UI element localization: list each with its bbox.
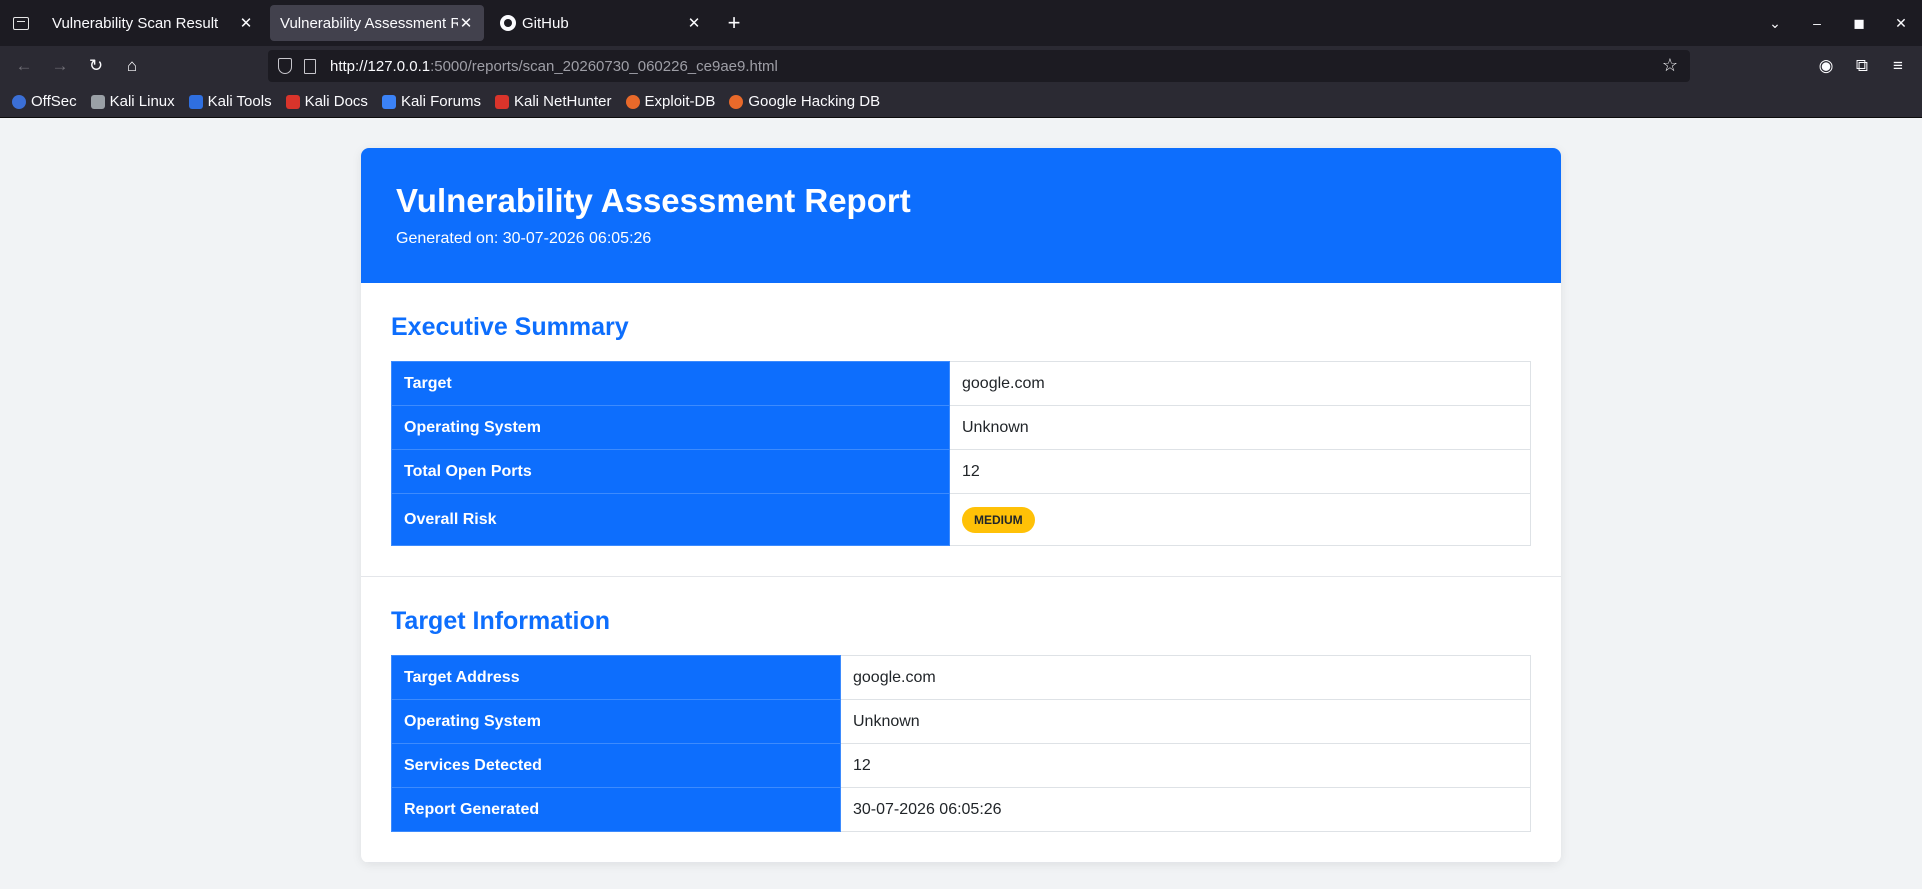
maximize-button[interactable]: ◼ <box>1838 15 1880 32</box>
row-label: Total Open Ports <box>391 449 950 494</box>
table-row: Operating System Unknown <box>391 405 1531 450</box>
home-button[interactable]: ⌂ <box>114 50 150 82</box>
table-row: Target Address google.com <box>391 655 1531 700</box>
kali-docs-icon <box>285 94 300 109</box>
bookmark-kali-nethunter[interactable]: Kali NetHunter <box>494 93 612 110</box>
tab-bar: Vulnerability Scan Result ✕ Vulnerabilit… <box>0 0 1922 46</box>
table-row: Target google.com <box>391 361 1531 406</box>
url-path: :5000/reports/scan_20260730_060226_ce9ae… <box>430 57 778 75</box>
nethunter-icon <box>494 94 509 109</box>
bookmark-kali-docs[interactable]: Kali Docs <box>285 93 368 110</box>
menu-icon[interactable]: ≡ <box>1880 56 1916 76</box>
bookmark-label: Exploit-DB <box>644 93 716 110</box>
bookmark-kali-tools[interactable]: Kali Tools <box>188 93 272 110</box>
firefox-view-button[interactable] <box>0 0 42 46</box>
shield-icon[interactable] <box>278 58 292 74</box>
bookmark-label: Kali Forums <box>400 93 481 110</box>
toolbar-right: ◉ ⧉ ≡ <box>1808 46 1916 86</box>
bookmark-google-hacking-db[interactable]: Google Hacking DB <box>729 93 880 110</box>
bookmark-label: Google Hacking DB <box>748 93 881 110</box>
generated-timestamp: Generated on: 30-07-2026 06:05:26 <box>396 230 652 247</box>
row-label: Services Detected <box>391 743 841 788</box>
executive-summary-section: Executive Summary Target google.com Oper… <box>361 283 1561 577</box>
url-text[interactable]: http://127.0.0.1:5000/reports/scan_20260… <box>330 58 778 75</box>
row-value: 30-07-2026 06:05:26 <box>840 787 1531 832</box>
bookmark-kali-linux[interactable]: Kali Linux <box>90 93 175 110</box>
tab-title: Vulnerability Assessment Rep <box>280 14 458 32</box>
bookmark-kali-forums[interactable]: Kali Forums <box>381 93 481 110</box>
risk-badge: MEDIUM <box>962 506 1035 533</box>
close-icon[interactable]: ✕ <box>238 14 254 32</box>
table-row: Total Open Ports 12 <box>391 449 1531 494</box>
row-value: 12 <box>949 449 1531 494</box>
target-information-section: Target Information Target Address google… <box>361 577 1561 863</box>
github-icon <box>500 15 516 31</box>
bookmarks-bar: OffSec Kali Linux Kali Tools Kali Docs K… <box>0 86 1922 118</box>
reload-button[interactable]: ↻ <box>78 50 114 82</box>
tab-title: Vulnerability Scan Result <box>52 14 219 32</box>
close-icon[interactable]: ✕ <box>458 14 474 32</box>
report-container: Vulnerability Assessment Report Generate… <box>361 148 1561 863</box>
bookmark-label: Kali Linux <box>109 93 175 110</box>
row-label: Target <box>391 361 950 406</box>
exploit-db-icon <box>625 94 640 109</box>
page-title: Vulnerability Assessment Report <box>396 182 911 219</box>
tab-vulnerability-assessment-report[interactable]: Vulnerability Assessment Rep ✕ <box>270 5 484 41</box>
page-icon[interactable] <box>304 58 316 74</box>
bookmark-label: Kali Tools <box>207 93 272 110</box>
url-host: http://127.0.0.1 <box>330 57 431 75</box>
bookmark-exploit-db[interactable]: Exploit-DB <box>625 93 716 110</box>
bookmark-label: Kali NetHunter <box>513 93 612 110</box>
tab-vulnerability-scan-result[interactable]: Vulnerability Scan Result ✕ <box>42 5 264 41</box>
tab-title: GitHub <box>522 14 569 32</box>
navigation-bar: ← → ↻ ⌂ http://127.0.0.1:5000/reports/sc… <box>0 46 1922 86</box>
close-window-button[interactable]: ✕ <box>1880 15 1922 32</box>
row-value: google.com <box>949 361 1531 406</box>
table-row: Services Detected 12 <box>391 743 1531 788</box>
new-tab-button[interactable]: + <box>716 5 752 41</box>
minimize-button[interactable]: – <box>1796 15 1838 31</box>
row-value: google.com <box>840 655 1531 700</box>
section-title: Target Information <box>391 607 610 635</box>
window-controls: ⌄ – ◼ ✕ <box>1754 0 1922 46</box>
kali-tools-icon <box>188 94 203 109</box>
row-value: 12 <box>840 743 1531 788</box>
target-information-table: Target Address google.com Operating Syst… <box>391 655 1531 832</box>
address-bar[interactable]: http://127.0.0.1:5000/reports/scan_20260… <box>268 50 1690 82</box>
row-label: Overall Risk <box>391 493 950 546</box>
close-icon[interactable]: ✕ <box>686 14 702 32</box>
bookmark-label: OffSec <box>31 93 77 110</box>
firefox-view-icon <box>13 16 29 30</box>
bookmark-star-icon[interactable]: ☆ <box>1662 55 1678 76</box>
row-value: Unknown <box>840 699 1531 744</box>
row-value: MEDIUM <box>949 493 1531 546</box>
page-viewport[interactable]: Vulnerability Assessment Report Generate… <box>0 118 1922 889</box>
kali-forums-icon <box>381 94 396 109</box>
table-row: Overall Risk MEDIUM <box>391 493 1531 546</box>
row-label: Target Address <box>391 655 841 700</box>
row-label: Operating System <box>391 699 841 744</box>
account-icon[interactable]: ◉ <box>1808 56 1844 76</box>
kali-dragon-icon <box>90 94 105 109</box>
chevron-down-icon[interactable]: ⌄ <box>1754 15 1796 32</box>
offsec-icon <box>12 94 26 109</box>
tab-github[interactable]: GitHub ✕ <box>490 5 712 41</box>
row-label: Operating System <box>391 405 950 450</box>
bookmark-offsec[interactable]: OffSec <box>12 93 77 110</box>
extensions-icon[interactable]: ⧉ <box>1844 56 1880 76</box>
bookmark-label: Kali Docs <box>304 93 368 110</box>
row-value: Unknown <box>949 405 1531 450</box>
report-header: Vulnerability Assessment Report Generate… <box>361 148 1561 283</box>
table-row: Report Generated 30-07-2026 06:05:26 <box>391 787 1531 832</box>
back-button[interactable]: ← <box>6 50 42 82</box>
row-label: Report Generated <box>391 787 841 832</box>
executive-summary-table: Target google.com Operating System Unkno… <box>391 361 1531 546</box>
section-title: Executive Summary <box>391 313 629 341</box>
ghdb-icon <box>729 94 744 109</box>
table-row: Operating System Unknown <box>391 699 1531 744</box>
forward-button[interactable]: → <box>42 50 78 82</box>
